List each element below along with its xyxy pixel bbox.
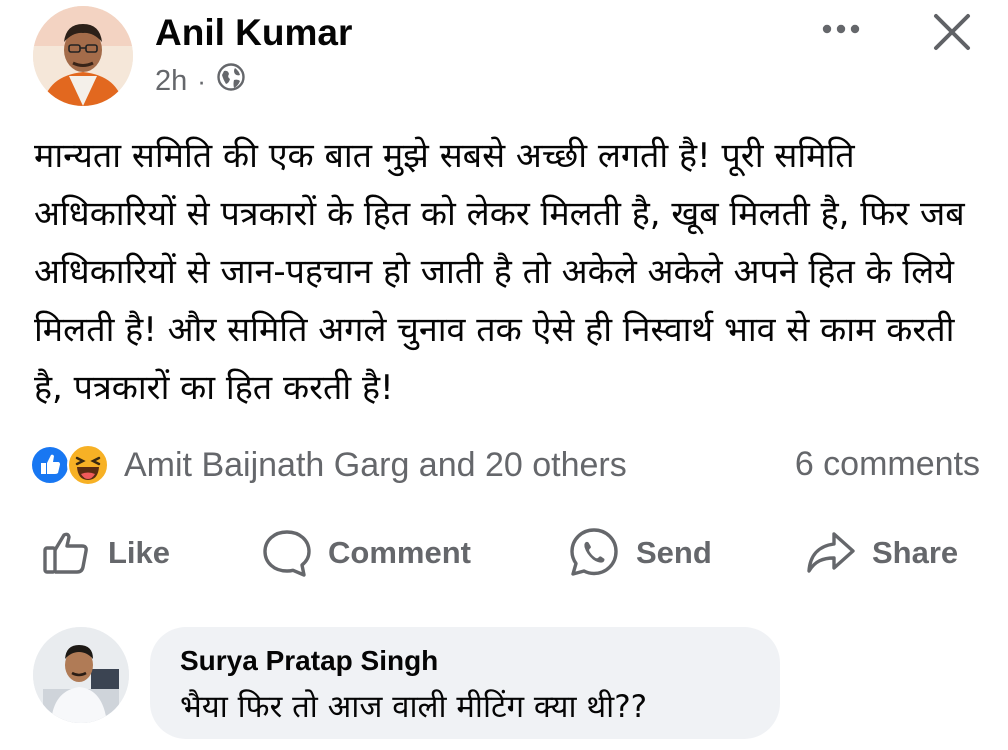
post-timestamp[interactable]: 2h xyxy=(155,65,187,98)
close-button[interactable] xyxy=(928,8,976,56)
post-text: मान्यता समिति की एक बात मुझे सबसे अच्छी … xyxy=(34,136,965,408)
share-icon xyxy=(807,532,855,573)
ellipsis-icon xyxy=(822,24,860,34)
author-avatar-image xyxy=(33,6,133,106)
commenter-name[interactable]: Surya Pratap Singh xyxy=(180,645,750,677)
send-button[interactable]: Send xyxy=(566,520,712,586)
like-reaction-icon xyxy=(30,445,70,485)
post-actions: Like Comment Send Share xyxy=(0,520,1008,586)
like-icon xyxy=(43,532,88,574)
close-icon xyxy=(934,14,970,50)
reaction-icons[interactable] xyxy=(30,443,120,487)
comments-count[interactable]: 6 comments xyxy=(795,445,980,484)
like-button[interactable]: Like xyxy=(40,520,170,586)
whatsapp-send-icon xyxy=(570,528,618,576)
more-options-button[interactable] xyxy=(818,6,864,52)
post-author-name[interactable]: Anil Kumar xyxy=(155,12,352,54)
comment-bubble: Surya Pratap Singh भैया फिर तो आज वाली म… xyxy=(150,627,780,739)
reactions-summary: Amit Baijnath Garg and 20 others 6 comme… xyxy=(30,442,980,488)
meta-separator: · xyxy=(197,65,206,96)
comment-label: Comment xyxy=(328,535,471,570)
commenter-avatar-image xyxy=(33,627,129,723)
share-button[interactable]: Share xyxy=(804,520,958,586)
comment-button[interactable]: Comment xyxy=(260,520,471,586)
comment-icon xyxy=(263,530,311,577)
share-label: Share xyxy=(872,535,959,570)
send-label: Send xyxy=(636,535,712,570)
like-label: Like xyxy=(108,535,171,570)
reactors-summary[interactable]: Amit Baijnath Garg and 20 others xyxy=(124,446,627,485)
haha-reaction-icon xyxy=(66,443,110,487)
commenter-avatar[interactable] xyxy=(33,627,129,723)
comment-text: भैया फिर तो आज वाली मीटिंग क्या थी?? xyxy=(180,689,648,725)
globe-icon[interactable] xyxy=(216,62,246,100)
author-avatar[interactable] xyxy=(33,6,133,106)
post-meta: 2h · xyxy=(155,62,246,100)
